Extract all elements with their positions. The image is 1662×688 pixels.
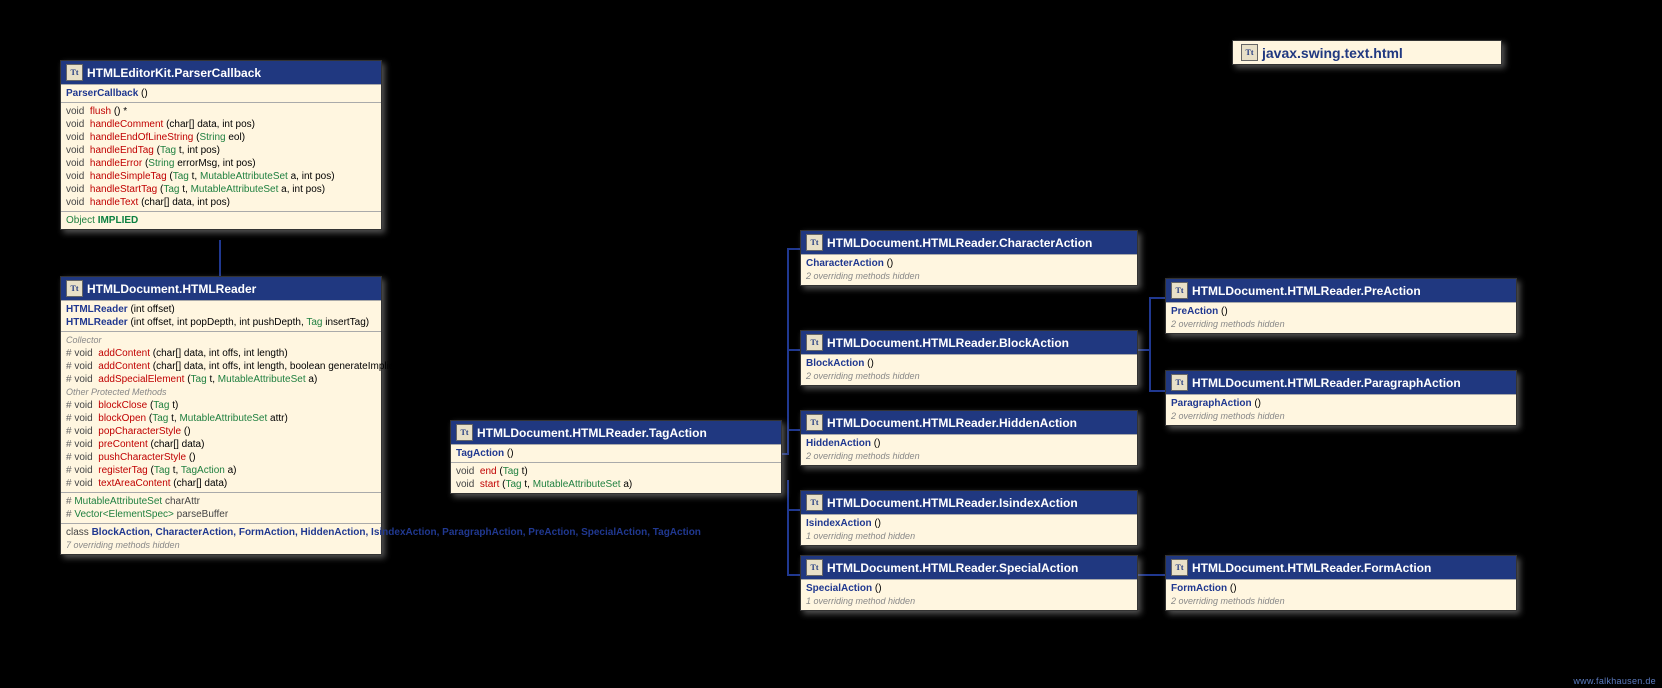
method-row: # void pushCharacterStyle () (66, 451, 376, 464)
constructor-row: HiddenAction () (806, 437, 1132, 450)
footer-link[interactable]: www.falkhausen.de (1573, 676, 1656, 686)
method-row: void handleStartTag (Tag t, MutableAttri… (66, 183, 376, 196)
override-note: 2 overriding methods hidden (806, 270, 1132, 283)
class-title: HTMLEditorKit.ParserCallback (87, 66, 261, 80)
class-icon: Tt (66, 280, 83, 297)
class-blockAction[interactable]: Tt HTMLDocument.HTMLReader.BlockAction Blo… (800, 330, 1138, 386)
class-icon: Tt (1171, 282, 1188, 299)
class-icon: Tt (66, 64, 83, 81)
class-specialAction[interactable]: Tt HTMLDocument.HTMLReader.SpecialAction S… (800, 555, 1138, 611)
method-row: void handleEndTag (Tag t, int pos) (66, 144, 376, 157)
package-header-box: Ttjavax.swing.text.html (1232, 40, 1502, 65)
class-title: HTMLDocument.HTMLReader.TagAction (477, 426, 707, 440)
override-note: 2 overriding methods hidden (1171, 595, 1511, 608)
class-isindexAction[interactable]: Tt HTMLDocument.HTMLReader.IsindexAction I… (800, 490, 1138, 546)
method-row: # void textAreaContent (char[] data) (66, 477, 376, 490)
class-icon: Tt (806, 334, 823, 351)
class-icon: Tt (806, 234, 823, 251)
class-icon: Tt (806, 559, 823, 576)
override-note: 2 overriding methods hidden (806, 450, 1132, 463)
constructor-row: IsindexAction () (806, 517, 1132, 530)
method-row: void flush () * (66, 105, 376, 118)
method-row: void handleComment (char[] data, int pos… (66, 118, 376, 131)
field-row: # MutableAttributeSet charAttr (66, 495, 376, 508)
class-icon: Tt (806, 414, 823, 431)
class-title: HTMLDocument.HTMLReader.HiddenAction (827, 416, 1077, 430)
class-title: HTMLDocument.HTMLReader.SpecialAction (827, 561, 1078, 575)
class-parser-callback[interactable]: TtHTMLEditorKit.ParserCallback ParserCal… (60, 60, 382, 230)
constructor-row: FormAction () (1171, 582, 1511, 595)
method-row: # void addContent (char[] data, int offs… (66, 347, 376, 360)
constructor-row: BlockAction () (806, 357, 1132, 370)
class-icon: Tt (1171, 374, 1188, 391)
constructor-row: HTMLReader (int offset, int popDepth, in… (66, 316, 376, 329)
class-title: HTMLDocument.HTMLReader.IsindexAction (827, 496, 1078, 510)
class-preAction[interactable]: Tt HTMLDocument.HTMLReader.PreAction PreAc… (1165, 278, 1517, 334)
class-icon: Tt (806, 494, 823, 511)
method-row: void handleError (String errorMsg, int p… (66, 157, 376, 170)
constructor-row: CharacterAction () (806, 257, 1132, 270)
method-row: void start (Tag t, MutableAttributeSet a… (456, 478, 776, 491)
method-row: # void blockOpen (Tag t, MutableAttribut… (66, 412, 376, 425)
class-paragraphAction[interactable]: Tt HTMLDocument.HTMLReader.ParagraphActio… (1165, 370, 1517, 426)
override-note: 2 overriding methods hidden (1171, 410, 1511, 423)
method-row: # void popCharacterStyle () (66, 425, 376, 438)
class-title: HTMLDocument.HTMLReader.ParagraphAction (1192, 376, 1461, 390)
method-row: # void preContent (char[] data) (66, 438, 376, 451)
method-row: # void registerTag (Tag t, TagAction a) (66, 464, 376, 477)
override-note: 1 overriding method hidden (806, 595, 1132, 608)
class-title: HTMLDocument.HTMLReader.PreAction (1192, 284, 1421, 298)
override-note: 1 overriding method hidden (806, 530, 1132, 543)
override-note: 2 overriding methods hidden (806, 370, 1132, 383)
class-title: HTMLDocument.HTMLReader.BlockAction (827, 336, 1069, 350)
method-row: void handleText (char[] data, int pos) (66, 196, 376, 209)
method-row: # void addSpecialElement (Tag t, Mutable… (66, 373, 376, 386)
class-icon: Tt (1241, 44, 1258, 61)
class-characterAction[interactable]: Tt HTMLDocument.HTMLReader.CharacterActio… (800, 230, 1138, 286)
class-icon: Tt (1171, 559, 1188, 576)
constructor-row: HTMLReader (int offset) (66, 303, 376, 316)
method-row: void end (Tag t) (456, 465, 776, 478)
class-title: HTMLDocument.HTMLReader (87, 282, 256, 296)
class-icon: Tt (456, 424, 473, 441)
class-hiddenAction[interactable]: Tt HTMLDocument.HTMLReader.HiddenAction Hi… (800, 410, 1138, 466)
method-row: void handleSimpleTag (Tag t, MutableAttr… (66, 170, 376, 183)
method-row: void handleEndOfLineString (String eol) (66, 131, 376, 144)
constructor-row: SpecialAction () (806, 582, 1132, 595)
class-formAction[interactable]: Tt HTMLDocument.HTMLReader.FormAction Form… (1165, 555, 1517, 611)
class-tag-action[interactable]: TtHTMLDocument.HTMLReader.TagAction TagA… (450, 420, 782, 494)
constructor-row: ParagraphAction () (1171, 397, 1511, 410)
method-row: # void blockClose (Tag t) (66, 399, 376, 412)
class-title: HTMLDocument.HTMLReader.FormAction (1192, 561, 1431, 575)
override-note: 2 overriding methods hidden (1171, 318, 1511, 331)
class-html-reader[interactable]: Tt HTMLDocument.HTMLReader HTMLReader (in… (60, 276, 382, 555)
field-row: # Vector<ElementSpec> parseBuffer (66, 508, 376, 521)
class-title: HTMLDocument.HTMLReader.CharacterAction (827, 236, 1092, 250)
method-row: # void addContent (char[] data, int offs… (66, 360, 376, 373)
package-title: javax.swing.text.html (1262, 45, 1403, 61)
constructor-row: PreAction () (1171, 305, 1511, 318)
